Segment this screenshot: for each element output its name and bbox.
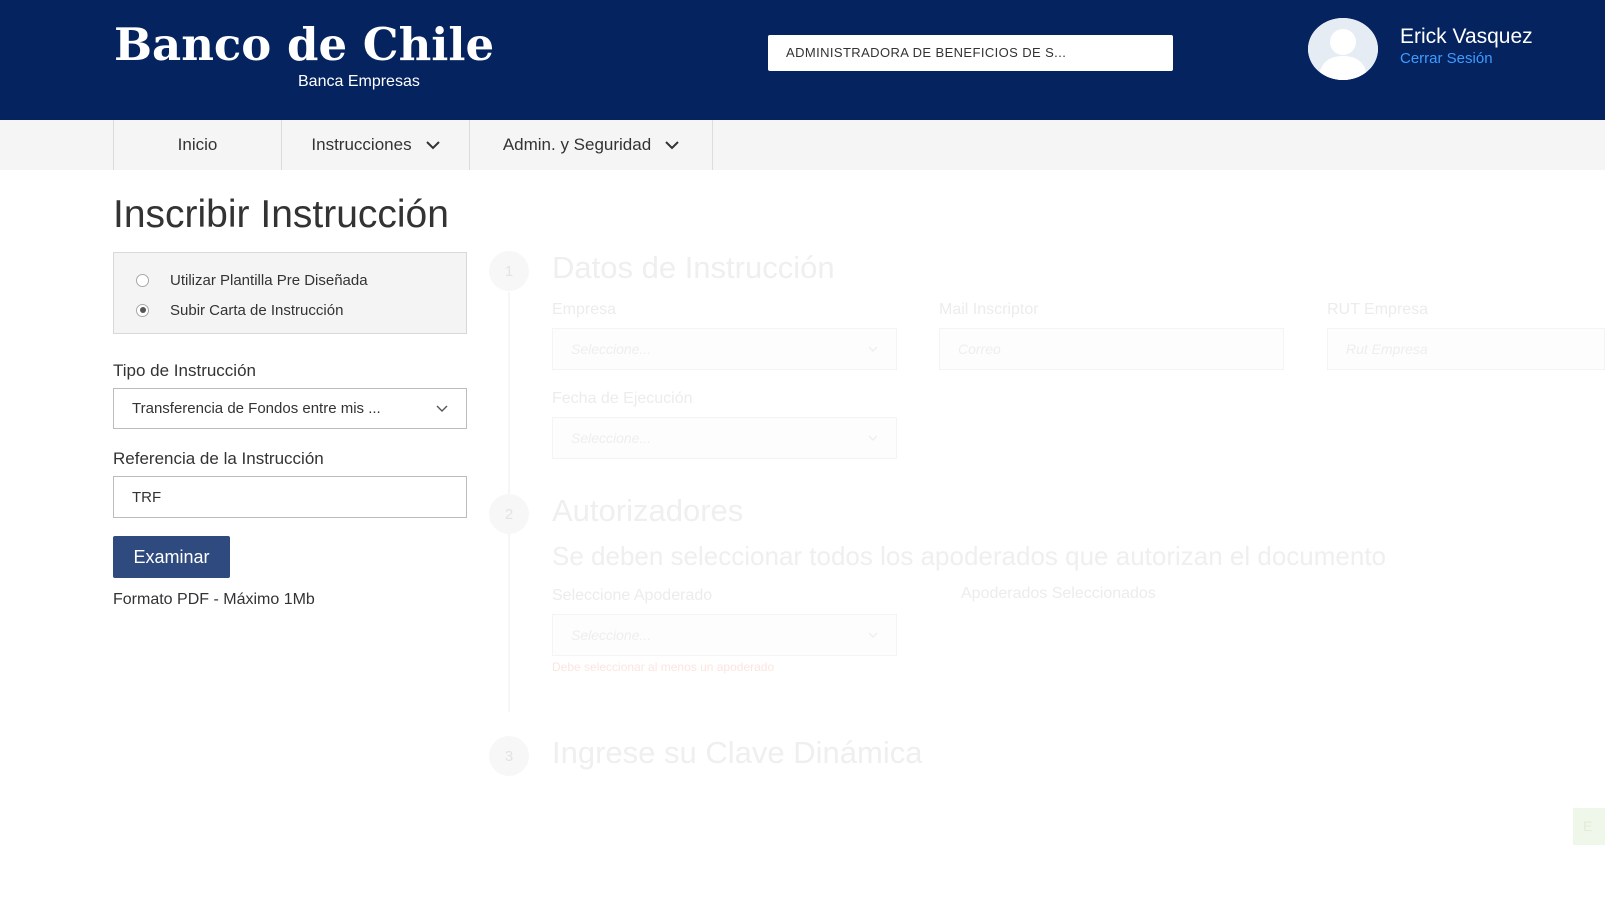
chevron-down-icon — [868, 346, 878, 352]
page-title: Inscribir Instrucción — [113, 193, 449, 236]
main-nav: Inicio Instrucciones Admin. y Seguridad — [0, 120, 1605, 170]
step-3-badge: 3 — [489, 736, 529, 776]
step-2-title: Autorizadores — [552, 493, 744, 528]
bank-logo-subtitle: Banca Empresas — [298, 73, 420, 90]
nav-item-label: Instrucciones — [311, 135, 412, 154]
step-1-badge: 1 — [489, 251, 529, 291]
rut-placeholder: Rut Empresa — [1346, 341, 1428, 357]
tipo-instruccion-select[interactable]: Transferencia de Fondos entre mis ... — [113, 388, 467, 429]
mail-placeholder: Correo — [958, 341, 1001, 357]
logout-link[interactable]: Cerrar Sesión — [1400, 50, 1493, 67]
mail-inscriptor-label: Mail Inscriptor — [939, 301, 1039, 318]
top-header: Banco de Chile Banca Empresas ADMINISTRA… — [0, 0, 1605, 120]
nav-item-label: Admin. y Seguridad — [502, 135, 652, 154]
step-1-title: Datos de Instrucción — [552, 250, 835, 285]
option-plantilla[interactable]: Utilizar Plantilla Pre Diseñada — [136, 269, 368, 291]
step-2-subtitle: Se deben seleccionar todos los apoderado… — [552, 541, 1387, 571]
apoderado-label: Seleccione Apoderado — [552, 587, 713, 604]
step-2-badge: 2 — [489, 494, 529, 534]
referencia-label: Referencia de la Instrucción — [113, 449, 324, 468]
mail-inscriptor-input[interactable]: Correo — [939, 328, 1284, 370]
user-avatar-icon[interactable] — [1308, 18, 1378, 80]
nav-item-label: Inicio — [177, 135, 218, 154]
referencia-input[interactable] — [113, 476, 467, 518]
company-selector[interactable]: ADMINISTRADORA DE BENEFICIOS DE S... — [768, 35, 1173, 71]
radio-plantilla[interactable] — [136, 273, 149, 287]
fecha-placeholder: Seleccione... — [571, 430, 652, 446]
option-subir-carta[interactable]: Subir Carta de Instrucción — [136, 299, 343, 321]
nav-item-admin-seguridad[interactable]: Admin. y Seguridad — [469, 120, 713, 170]
chevron-down-icon — [868, 632, 878, 638]
apoderados-seleccionados-label: Apoderados Seleccionados — [961, 585, 1156, 602]
tipo-instruccion-value: Transferencia de Fondos entre mis ... — [132, 400, 381, 417]
radio-subir-carta[interactable] — [136, 303, 149, 317]
apoderado-select[interactable]: Seleccione... — [552, 614, 897, 656]
apoderado-placeholder: Seleccione... — [571, 627, 652, 643]
fecha-ejecucion-label: Fecha de Ejecución — [552, 390, 693, 407]
empresa-placeholder: Seleccione... — [571, 341, 652, 357]
rut-empresa-label: RUT Empresa — [1327, 301, 1429, 318]
rut-empresa-input[interactable]: Rut Empresa — [1327, 328, 1605, 370]
option-label: Utilizar Plantilla Pre Diseñada — [170, 271, 368, 289]
mode-options-panel: Utilizar Plantilla Pre Diseñada Subir Ca… — [113, 252, 467, 334]
continue-button-partial[interactable]: E — [1573, 808, 1605, 845]
chevron-down-icon — [665, 140, 679, 149]
chevron-down-icon — [425, 140, 440, 149]
tipo-instruccion-label: Tipo de Instrucción — [113, 361, 256, 380]
step-3-title: Ingrese su Clave Dinámica — [552, 735, 923, 770]
apoderado-error: Debe seleccionar al menos un apoderado — [552, 660, 775, 674]
bank-logo[interactable]: Banco de Chile — [114, 18, 494, 71]
empresa-select[interactable]: Seleccione... — [552, 328, 897, 370]
empresa-label: Empresa — [552, 301, 617, 318]
user-name: Erick Vasquez — [1400, 25, 1533, 48]
fecha-ejecucion-select[interactable]: Seleccione... — [552, 417, 897, 459]
nav-item-instrucciones[interactable]: Instrucciones — [281, 120, 469, 170]
nav-item-inicio[interactable]: Inicio — [113, 120, 281, 170]
chevron-down-icon — [436, 405, 448, 412]
format-hint: Formato PDF - Máximo 1Mb — [113, 591, 315, 608]
chevron-down-icon — [868, 435, 878, 441]
examinar-button[interactable]: Examinar — [113, 536, 230, 578]
option-label: Subir Carta de Instrucción — [170, 301, 344, 319]
